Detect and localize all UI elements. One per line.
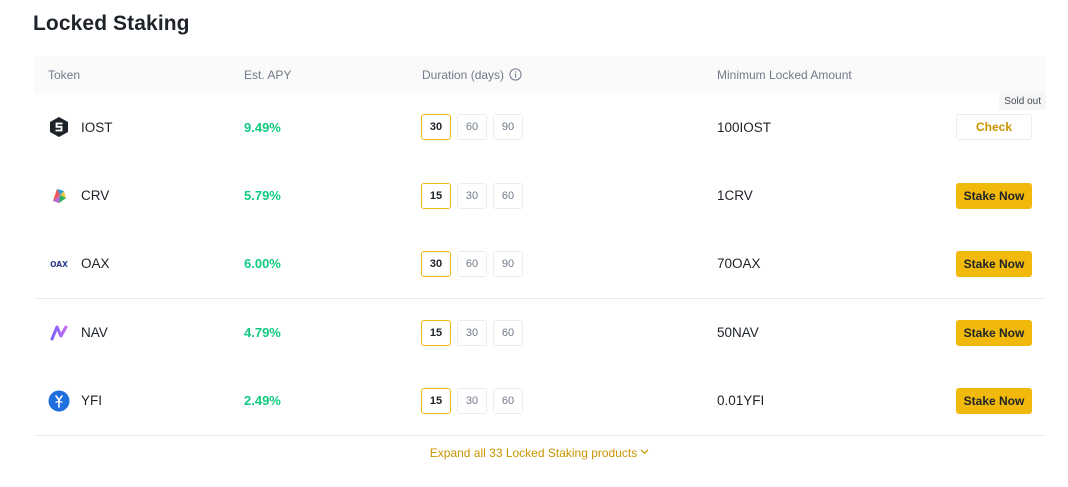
svg-text:OAX: OAX (50, 260, 68, 269)
expand-all-link[interactable]: Expand all 33 Locked Staking products (0, 446, 1068, 460)
min-amount: 70OAX (717, 256, 761, 272)
duration-option[interactable]: 30 (421, 250, 451, 277)
table-row: IOST 9.49% 30 60 90 100IOST Check Sold o… (34, 93, 1046, 162)
duration-options: 30 60 90 (421, 93, 523, 162)
apy-value: 6.00% (244, 256, 281, 272)
crv-icon (48, 185, 70, 207)
token-name: NAV (81, 325, 108, 341)
action-cell: Stake Now (956, 230, 1032, 298)
apy-value: 5.79% (244, 188, 281, 204)
header-duration: Duration (days) (422, 56, 522, 93)
apy-value: 4.79% (244, 325, 281, 341)
info-icon[interactable] (509, 68, 522, 81)
sold-out-badge: Sold out (999, 93, 1046, 110)
duration-option[interactable]: 90 (493, 114, 523, 141)
header-duration-label: Duration (days) (422, 67, 505, 82)
duration-option[interactable]: 15 (421, 182, 451, 209)
table-header: Token Est. APY Duration (days) Minimum L… (34, 56, 1046, 93)
duration-option[interactable]: 30 (457, 387, 487, 414)
duration-option[interactable]: 30 (457, 319, 487, 346)
token-name: OAX (81, 256, 110, 272)
table-row: OAX OAX 6.00% 30 60 90 70OAX Stake Now (34, 230, 1046, 299)
apy-value: 9.49% (244, 119, 281, 135)
min-amount: 0.01YFI (717, 393, 765, 409)
duration-option[interactable]: 60 (493, 319, 523, 346)
token-cell: NAV (48, 299, 108, 368)
token-name: CRV (81, 188, 110, 204)
token-name: IOST (81, 119, 113, 135)
table-row: YFI 2.49% 15 30 60 0.01YFI Stake Now (34, 367, 1046, 436)
duration-options: 15 30 60 (421, 367, 523, 435)
nav-icon (48, 322, 70, 344)
action-cell: Stake Now (956, 162, 1032, 231)
duration-option[interactable]: 60 (457, 114, 487, 141)
token-cell: IOST (48, 93, 113, 162)
iost-icon (48, 116, 70, 138)
table-row: NAV 4.79% 15 30 60 50NAV Stake Now (34, 299, 1046, 368)
stake-now-button[interactable]: Stake Now (956, 250, 1032, 277)
token-cell: YFI (48, 367, 102, 435)
stake-now-button[interactable]: Stake Now (956, 182, 1032, 209)
stake-now-button[interactable]: Stake Now (956, 387, 1032, 414)
page-title: Locked Staking (33, 12, 190, 35)
chevron-down-icon (639, 446, 650, 460)
check-button[interactable]: Check (956, 114, 1032, 141)
min-amount: 50NAV (717, 325, 759, 341)
yfi-icon (48, 390, 70, 412)
action-cell: Stake Now (956, 367, 1032, 435)
duration-option[interactable]: 30 (457, 182, 487, 209)
duration-option[interactable]: 60 (493, 182, 523, 209)
duration-options: 15 30 60 (421, 162, 523, 231)
token-name: YFI (81, 393, 103, 409)
duration-options: 15 30 60 (421, 299, 523, 368)
min-amount: 100IOST (717, 119, 772, 135)
min-amount: 1CRV (717, 188, 753, 204)
stake-now-button[interactable]: Stake Now (956, 319, 1032, 346)
duration-option[interactable]: 60 (457, 250, 487, 277)
token-cell: OAX OAX (48, 230, 110, 298)
table-row: CRV 5.79% 15 30 60 1CRV Stake Now (34, 162, 1046, 231)
duration-option[interactable]: 15 (421, 319, 451, 346)
duration-option[interactable]: 60 (493, 387, 523, 414)
token-cell: CRV (48, 162, 109, 231)
apy-value: 2.49% (244, 393, 281, 409)
expand-all-label: Expand all 33 Locked Staking products (429, 446, 638, 460)
duration-option[interactable]: 15 (421, 387, 451, 414)
header-min-amount: Minimum Locked Amount (717, 67, 852, 82)
header-apy: Est. APY (244, 67, 292, 82)
header-token: Token (48, 67, 81, 82)
duration-option[interactable]: 90 (493, 250, 523, 277)
locked-staking-table: Token Est. APY Duration (days) Minimum L… (34, 56, 1046, 436)
oax-icon: OAX (48, 253, 70, 275)
duration-option[interactable]: 30 (421, 114, 451, 141)
duration-options: 30 60 90 (421, 230, 523, 298)
action-cell: Stake Now (956, 299, 1032, 368)
